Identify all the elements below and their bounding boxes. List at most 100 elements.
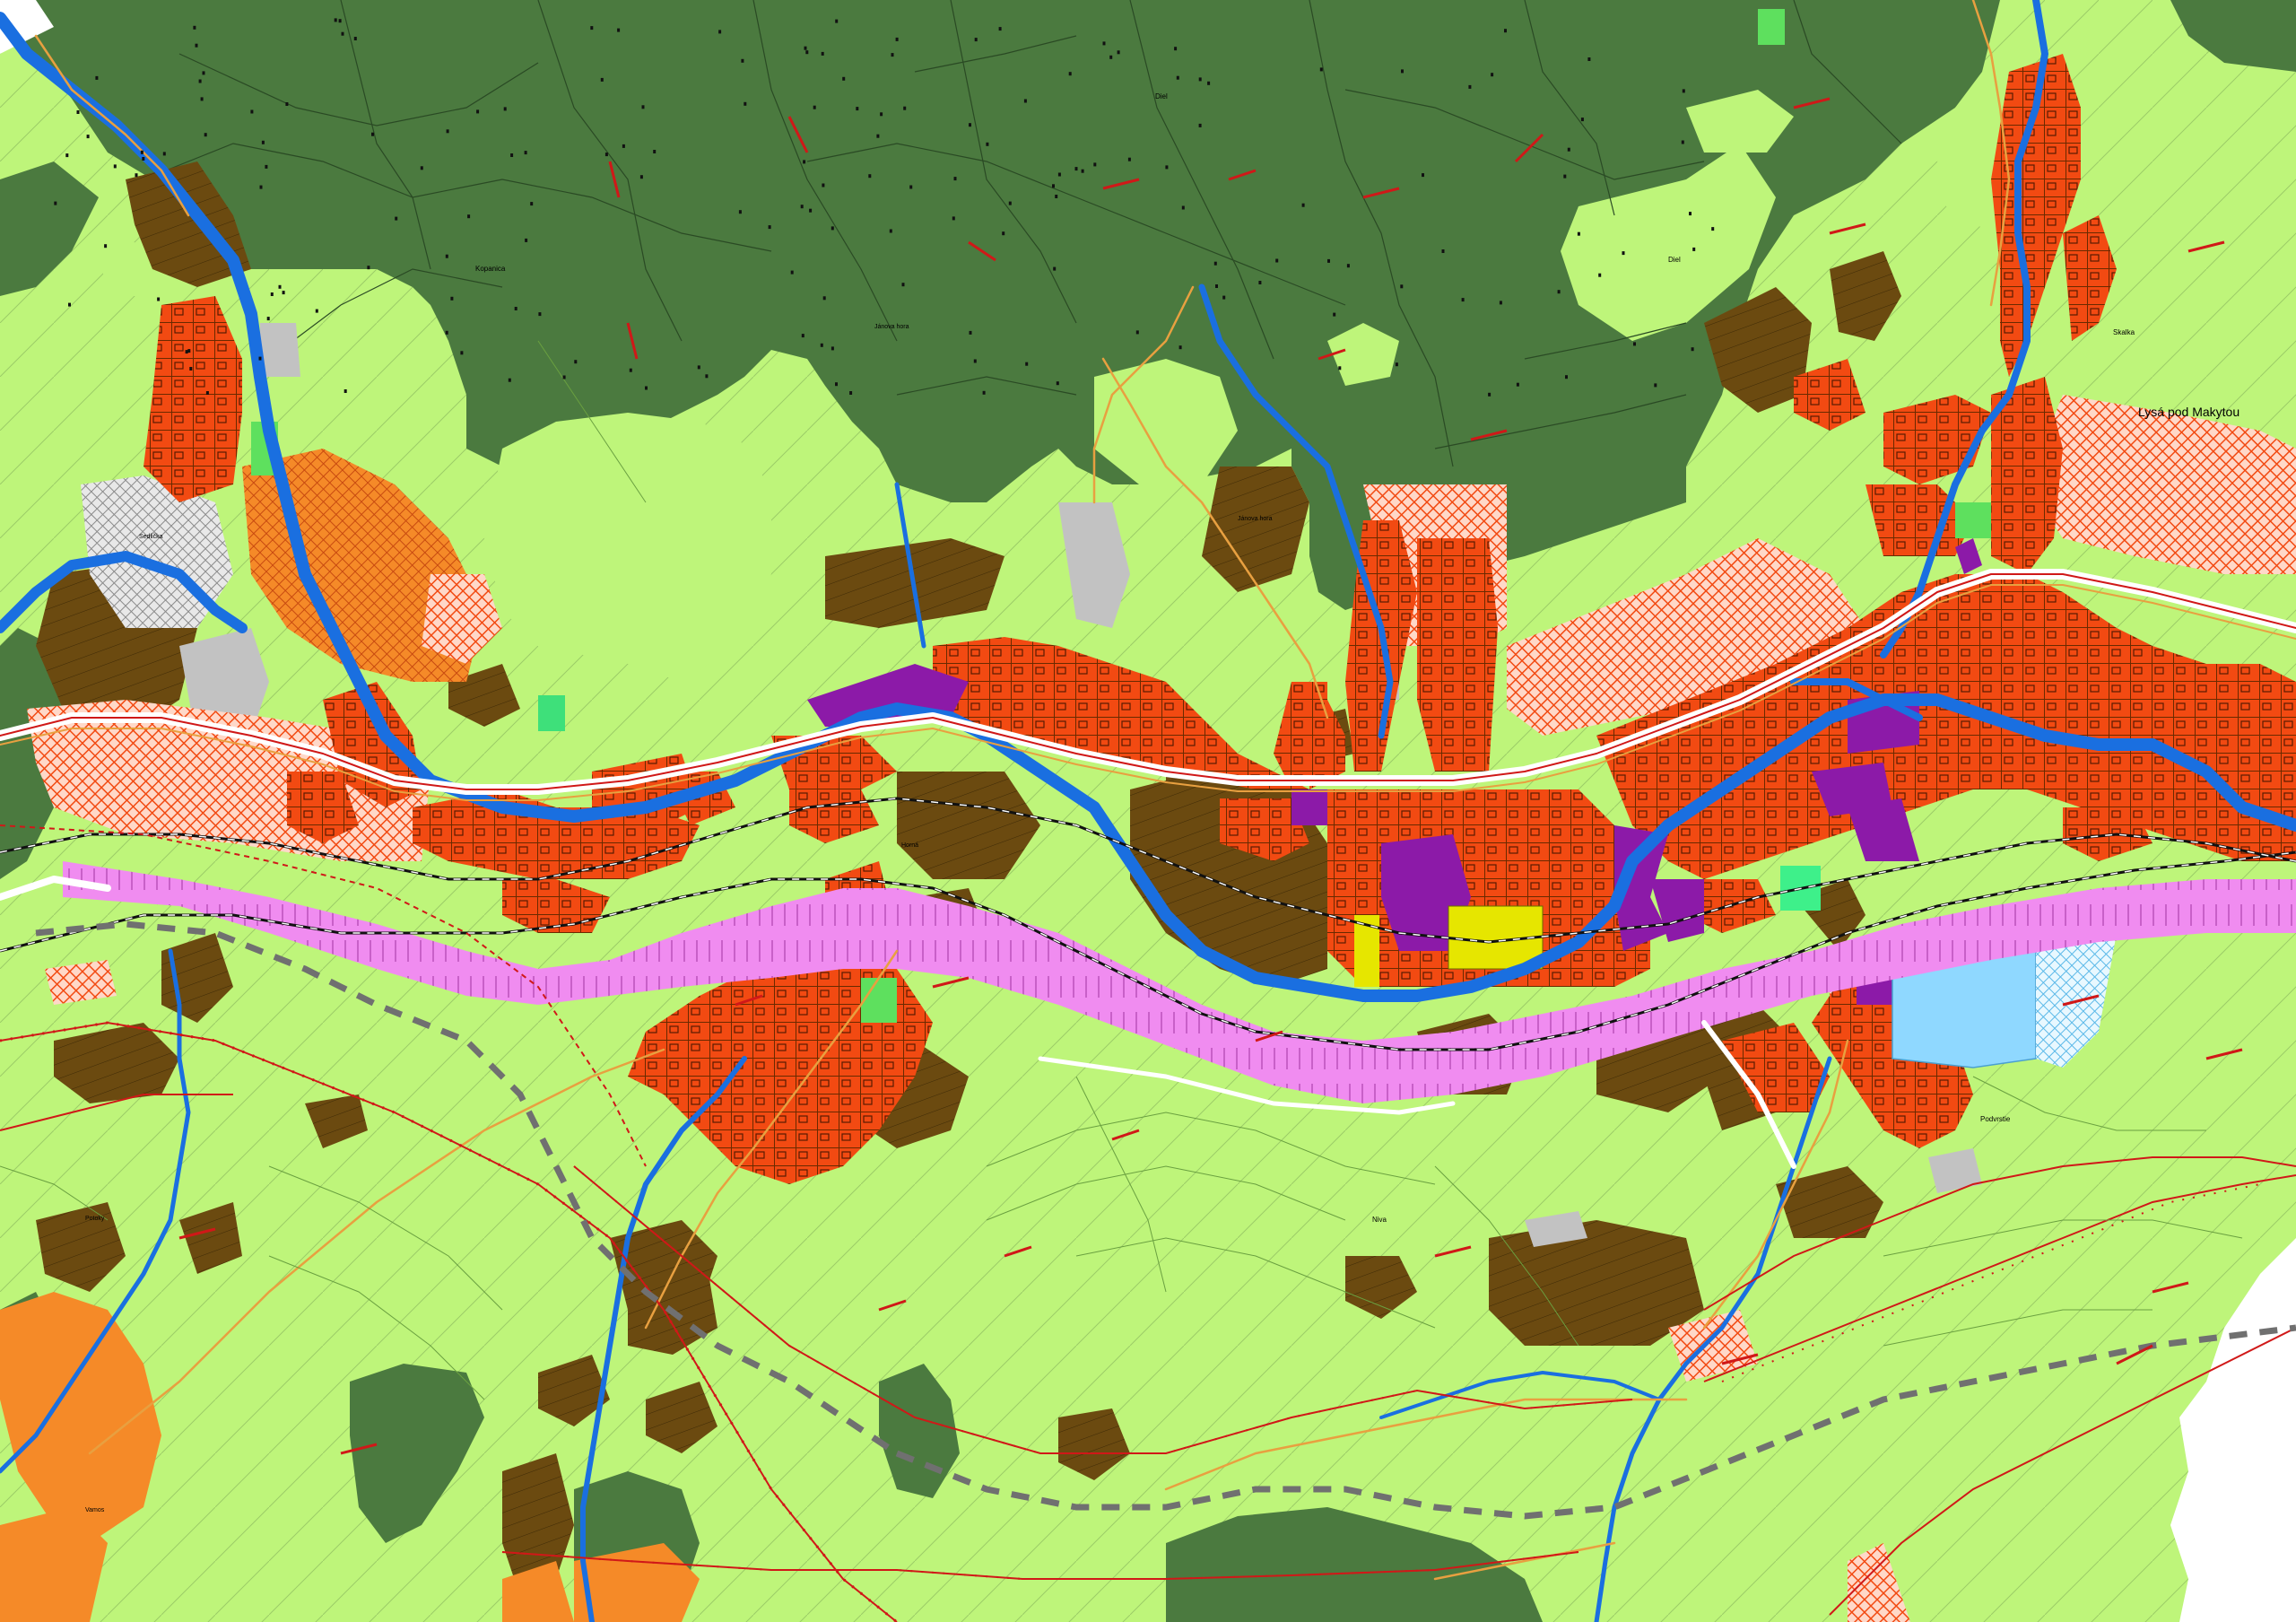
tree-mark bbox=[973, 359, 977, 363]
tree-mark bbox=[831, 226, 834, 231]
label-kopanica: Kopanica bbox=[475, 265, 506, 273]
tree-mark bbox=[809, 208, 813, 213]
tree-mark bbox=[1215, 284, 1218, 288]
tree-mark bbox=[113, 164, 117, 169]
tree-mark bbox=[1023, 99, 1027, 103]
tree-mark bbox=[420, 166, 423, 170]
tree-mark bbox=[562, 375, 566, 379]
tree-mark bbox=[187, 349, 191, 353]
label-vamos: Vamos bbox=[85, 1507, 105, 1513]
tree-mark bbox=[835, 382, 838, 387]
tree-mark bbox=[822, 183, 825, 187]
tree-mark bbox=[876, 134, 880, 138]
tree-mark bbox=[622, 144, 625, 148]
tree-mark bbox=[641, 105, 645, 109]
tree-mark bbox=[986, 142, 989, 146]
tree-mark bbox=[341, 31, 344, 36]
tree-mark bbox=[1563, 174, 1567, 179]
tree-mark bbox=[200, 97, 204, 101]
tree-mark bbox=[1081, 169, 1084, 173]
tree-mark bbox=[1491, 73, 1494, 77]
tree-mark bbox=[1327, 258, 1330, 263]
tree-mark bbox=[1711, 227, 1715, 231]
tree-mark bbox=[1499, 301, 1502, 305]
tree-mark bbox=[982, 390, 986, 395]
tree-mark bbox=[1258, 281, 1262, 284]
tree-mark bbox=[538, 312, 542, 317]
tree-mark bbox=[1198, 77, 1202, 82]
tree-mark bbox=[891, 53, 894, 57]
tree-mark bbox=[901, 283, 905, 287]
tree-mark bbox=[1198, 123, 1202, 127]
tree-mark bbox=[1052, 184, 1055, 188]
tree-mark bbox=[835, 19, 839, 23]
tree-mark bbox=[1654, 383, 1657, 388]
tree-mark bbox=[68, 302, 71, 307]
tree-mark bbox=[822, 296, 826, 301]
tree-mark bbox=[1176, 75, 1179, 80]
label-jemova-hora-top: Jánova hora bbox=[874, 324, 909, 330]
tree-mark bbox=[270, 292, 274, 296]
tree-mark bbox=[460, 351, 464, 355]
tree-mark bbox=[974, 38, 978, 42]
tree-mark bbox=[697, 365, 700, 370]
tree-mark bbox=[135, 173, 138, 178]
tree-mark bbox=[1117, 50, 1120, 55]
tree-mark bbox=[1567, 147, 1570, 152]
tree-mark bbox=[476, 109, 480, 114]
tree-mark bbox=[1682, 89, 1685, 93]
tree-mark bbox=[259, 185, 263, 189]
tree-mark bbox=[952, 216, 955, 221]
tree-mark bbox=[65, 153, 69, 158]
tree-mark bbox=[510, 153, 514, 157]
tree-mark bbox=[1213, 261, 1217, 266]
tree-mark bbox=[204, 133, 207, 137]
label-horna: Horná bbox=[901, 842, 918, 849]
tree-mark bbox=[741, 58, 744, 63]
tree-mark bbox=[1301, 203, 1305, 207]
tree-mark bbox=[1401, 69, 1404, 74]
tree-mark bbox=[617, 28, 621, 32]
tree-mark bbox=[800, 205, 804, 209]
tree-mark bbox=[821, 51, 824, 56]
tree-mark bbox=[889, 229, 892, 233]
tree-mark bbox=[768, 225, 771, 230]
label-diel-right: Diel bbox=[1668, 256, 1681, 264]
tree-mark bbox=[1395, 362, 1398, 367]
tree-mark bbox=[1633, 342, 1636, 346]
tree-mark bbox=[590, 26, 594, 31]
tree-mark bbox=[395, 216, 398, 221]
tree-mark bbox=[1055, 195, 1058, 198]
tree-mark bbox=[503, 107, 507, 111]
tree-mark bbox=[738, 210, 742, 214]
green-bright-2 bbox=[538, 695, 565, 731]
tree-mark bbox=[1319, 67, 1323, 72]
tree-mark bbox=[1207, 81, 1211, 85]
tree-mark bbox=[140, 150, 144, 154]
tree-mark bbox=[1488, 392, 1492, 397]
tree-mark bbox=[953, 177, 957, 181]
tree-mark bbox=[856, 107, 859, 111]
tree-mark bbox=[1565, 375, 1568, 379]
green-bright-3 bbox=[1758, 9, 1785, 45]
label-sedlicka: Sedlička bbox=[139, 534, 163, 540]
tree-mark bbox=[104, 244, 108, 249]
tree-mark bbox=[1692, 247, 1696, 251]
label-skalka: Skalka bbox=[2113, 328, 2135, 336]
tree-mark bbox=[202, 71, 205, 75]
tree-mark bbox=[446, 129, 449, 134]
label-podvrstie: Podvrstie bbox=[1980, 1115, 2011, 1123]
tree-mark bbox=[250, 109, 254, 114]
tree-mark bbox=[1008, 201, 1012, 205]
tree-mark bbox=[1068, 72, 1072, 76]
tree-mark bbox=[514, 307, 517, 310]
tree-mark bbox=[198, 79, 202, 83]
tree-mark bbox=[367, 266, 370, 270]
tree-mark bbox=[185, 350, 188, 354]
tree-mark bbox=[805, 50, 809, 55]
tree-mark bbox=[467, 214, 471, 219]
tree-mark bbox=[574, 360, 578, 364]
tree-mark bbox=[1333, 312, 1336, 317]
tree-mark bbox=[909, 185, 913, 189]
label-lysa: Lysá pod Makytou bbox=[2138, 405, 2239, 419]
